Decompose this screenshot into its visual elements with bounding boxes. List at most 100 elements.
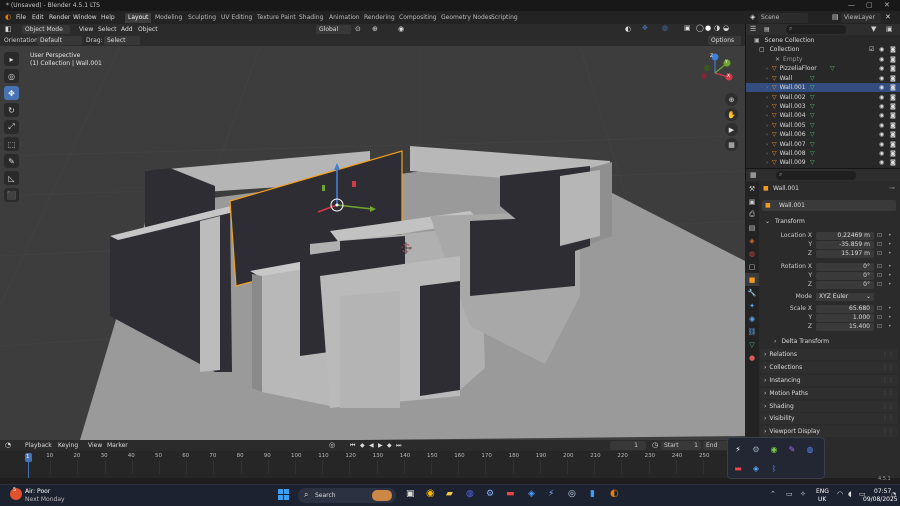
prev-keyframe-icon[interactable]: ◆ <box>360 442 365 449</box>
mesh-data-icon[interactable]: ▽ <box>810 130 815 139</box>
pin-icon[interactable]: ⊸ <box>889 184 895 192</box>
tab-uv-editing[interactable]: UV Editing <box>218 13 255 23</box>
preview-range-icon[interactable]: ◷ <box>652 441 658 449</box>
property-section[interactable]: › Relations ⋮⋮ <box>760 349 898 360</box>
eye-icon[interactable]: ◉ <box>879 111 884 120</box>
language-line2[interactable]: UK <box>818 496 826 503</box>
rendered-shading-icon[interactable]: ◒ <box>723 24 729 32</box>
tool-cursor-icon[interactable]: ◎ <box>4 69 19 83</box>
record-icon[interactable]: ◎ <box>329 441 335 449</box>
camera-icon[interactable]: ◙ <box>890 102 896 111</box>
tab-render-icon[interactable]: ▣ <box>745 195 759 208</box>
tab-material-icon[interactable]: ● <box>745 351 759 364</box>
menu-add[interactable]: Add <box>121 26 133 33</box>
mesh-data-icon[interactable]: ▽ <box>810 149 815 158</box>
outliner-scene-collection[interactable]: ▣ Scene Collection <box>746 36 900 45</box>
expand-chevron-icon[interactable]: › <box>766 160 768 166</box>
mesh-data-icon[interactable]: ▽ <box>810 102 815 111</box>
view-layer-selector[interactable]: ViewLayer <box>841 13 881 23</box>
pivot-icon[interactable]: ⊙ <box>355 25 361 33</box>
snap-icon[interactable]: ⊕ <box>372 25 378 33</box>
tab-collection-icon[interactable]: ▢ <box>745 260 759 273</box>
play-icon[interactable]: ▶ <box>378 442 383 449</box>
menu-edit[interactable]: Edit <box>32 14 44 21</box>
eye-icon[interactable]: ◉ <box>879 102 884 111</box>
tool-scale-icon[interactable]: ⤢ <box>4 120 19 134</box>
visibility-icon[interactable]: ◐ <box>625 25 631 33</box>
filter-icon[interactable]: ▼ <box>871 25 876 33</box>
options-dropdown[interactable]: Options <box>708 36 741 45</box>
store-icon[interactable]: ◈ <box>528 489 535 499</box>
keyframe-dot-icon[interactable]: • <box>888 232 892 239</box>
tab-scene-icon[interactable]: ◈ <box>745 234 759 247</box>
outliner-search-input[interactable]: ⌕ <box>786 25 846 34</box>
keyframe-dot-icon[interactable]: • <box>888 263 892 270</box>
mesh-data-icon[interactable]: ▽ <box>810 111 815 120</box>
keyframe-dot-icon[interactable]: • <box>888 250 892 257</box>
expand-chevron-icon[interactable]: › <box>766 85 768 91</box>
lock-icon[interactable]: ⊡ <box>877 241 882 248</box>
timeline-ruler[interactable]: 10 20 30 40 50 60 70 80 90 100 110 120 130 140 150 160 1… <box>20 453 725 462</box>
keyframe-dot-icon[interactable]: • <box>888 305 892 312</box>
properties-editor-icon[interactable]: ▦ <box>750 171 757 179</box>
tab-compositing[interactable]: Compositing <box>396 13 440 23</box>
outliner-item[interactable]: › ▽ Wall.001 ▽ ◉ ◙ <box>746 83 900 93</box>
expand-chevron-icon[interactable]: › <box>766 104 768 110</box>
tray-app-wand-icon[interactable]: ✧ <box>800 490 806 498</box>
start-button-icon[interactable] <box>278 489 290 501</box>
tab-object-icon[interactable]: ■ <box>745 273 759 286</box>
keyframe-dot-icon[interactable]: • <box>888 314 892 321</box>
steam-icon[interactable]: ◎ <box>568 489 576 499</box>
minimize-button[interactable]: — <box>848 1 855 9</box>
outliner-item[interactable]: › ▽ Wall.006 ▽ ◉ ◙ <box>746 130 900 139</box>
location-z-field[interactable]: 15.197 m <box>816 250 874 258</box>
menu-marker[interactable]: Marker <box>107 442 128 449</box>
nav-z-label[interactable]: Z <box>710 54 713 59</box>
lock-icon[interactable]: ⊡ <box>877 314 882 321</box>
camera-icon[interactable]: ◙ <box>890 149 896 158</box>
eye-icon[interactable]: ◉ <box>879 158 884 167</box>
outliner-item[interactable]: › ▽ Wall.002 ▽ ◉ ◙ <box>746 93 900 102</box>
outliner-item[interactable]: › ▽ Wall.003 ▽ ◉ ◙ <box>746 102 900 111</box>
eye-icon[interactable]: ◉ <box>879 121 884 130</box>
drag-handle-icon[interactable]: ⋮⋮ <box>882 349 894 360</box>
outliner-item[interactable]: › ▽ PizzeliaFloor ▽ ◉ ◙ <box>746 64 900 73</box>
proportional-edit-icon[interactable]: ◉ <box>398 25 404 33</box>
property-section[interactable]: › Motion Paths ⋮⋮ <box>760 388 898 399</box>
expand-chevron-icon[interactable]: › <box>766 142 768 148</box>
ortho-grid-icon[interactable]: ▦ <box>725 138 738 151</box>
remove-view-layer-icon[interactable]: ✕ <box>885 13 891 21</box>
tool-rotate-icon[interactable]: ↻ <box>4 103 19 117</box>
tab-shading[interactable]: Shading <box>296 13 326 23</box>
tab-layout[interactable]: Layout <box>125 13 152 23</box>
rotation-y-field[interactable]: 0° <box>816 272 874 280</box>
drag-handle-icon[interactable]: ⋮⋮ <box>882 362 894 373</box>
tool-add-cube-icon[interactable]: ⬛ <box>4 188 19 202</box>
outliner-collection[interactable]: ▢ Collection ☑ ◉ ◙ <box>746 45 900 54</box>
tab-geometry-nodes[interactable]: Geometry Nodes <box>438 13 495 23</box>
settings-gear-icon[interactable]: ⚙ <box>486 489 494 499</box>
display-mode-icon[interactable]: ▤ <box>764 26 770 33</box>
drag-handle-icon[interactable]: ⋮⋮ <box>882 401 894 412</box>
tray-app-6-icon[interactable]: ▬ <box>732 462 744 474</box>
scale-y-field[interactable]: 1.000 <box>816 314 874 322</box>
mesh-data-icon[interactable]: ▽ <box>810 121 815 130</box>
collection-camera-icon[interactable]: ◙ <box>890 45 896 54</box>
eye-icon[interactable]: ◉ <box>879 74 884 83</box>
rotation-mode-dropdown[interactable]: XYZ Euler ⌄ <box>816 293 874 301</box>
tray-chevron-up-icon[interactable]: ⌃ <box>770 490 776 498</box>
mesh-data-icon[interactable]: ▽ <box>830 64 835 73</box>
tool-transform-icon[interactable]: ⬚ <box>4 137 19 151</box>
camera-icon[interactable]: ◙ <box>890 140 896 149</box>
overlays-icon[interactable]: ◍ <box>662 24 668 32</box>
3d-viewport[interactable] <box>0 46 745 440</box>
gizmo-icon[interactable]: ✥ <box>642 24 648 32</box>
collection-eye-icon[interactable]: ◉ <box>879 45 884 54</box>
camera-icon[interactable]: ◙ <box>890 121 896 130</box>
outliner-item[interactable]: ✕ Empty ◉ ◙ <box>746 55 900 64</box>
tray-bluetooth-icon[interactable]: ᛒ <box>768 462 780 474</box>
chrome-icon[interactable]: ◉ <box>426 488 435 499</box>
tab-scripting[interactable]: Scripting <box>488 13 521 23</box>
zoom-icon[interactable]: ⊕ <box>725 93 738 106</box>
outliner-item[interactable]: › ▽ Wall.004 ▽ ◉ ◙ <box>746 111 900 120</box>
